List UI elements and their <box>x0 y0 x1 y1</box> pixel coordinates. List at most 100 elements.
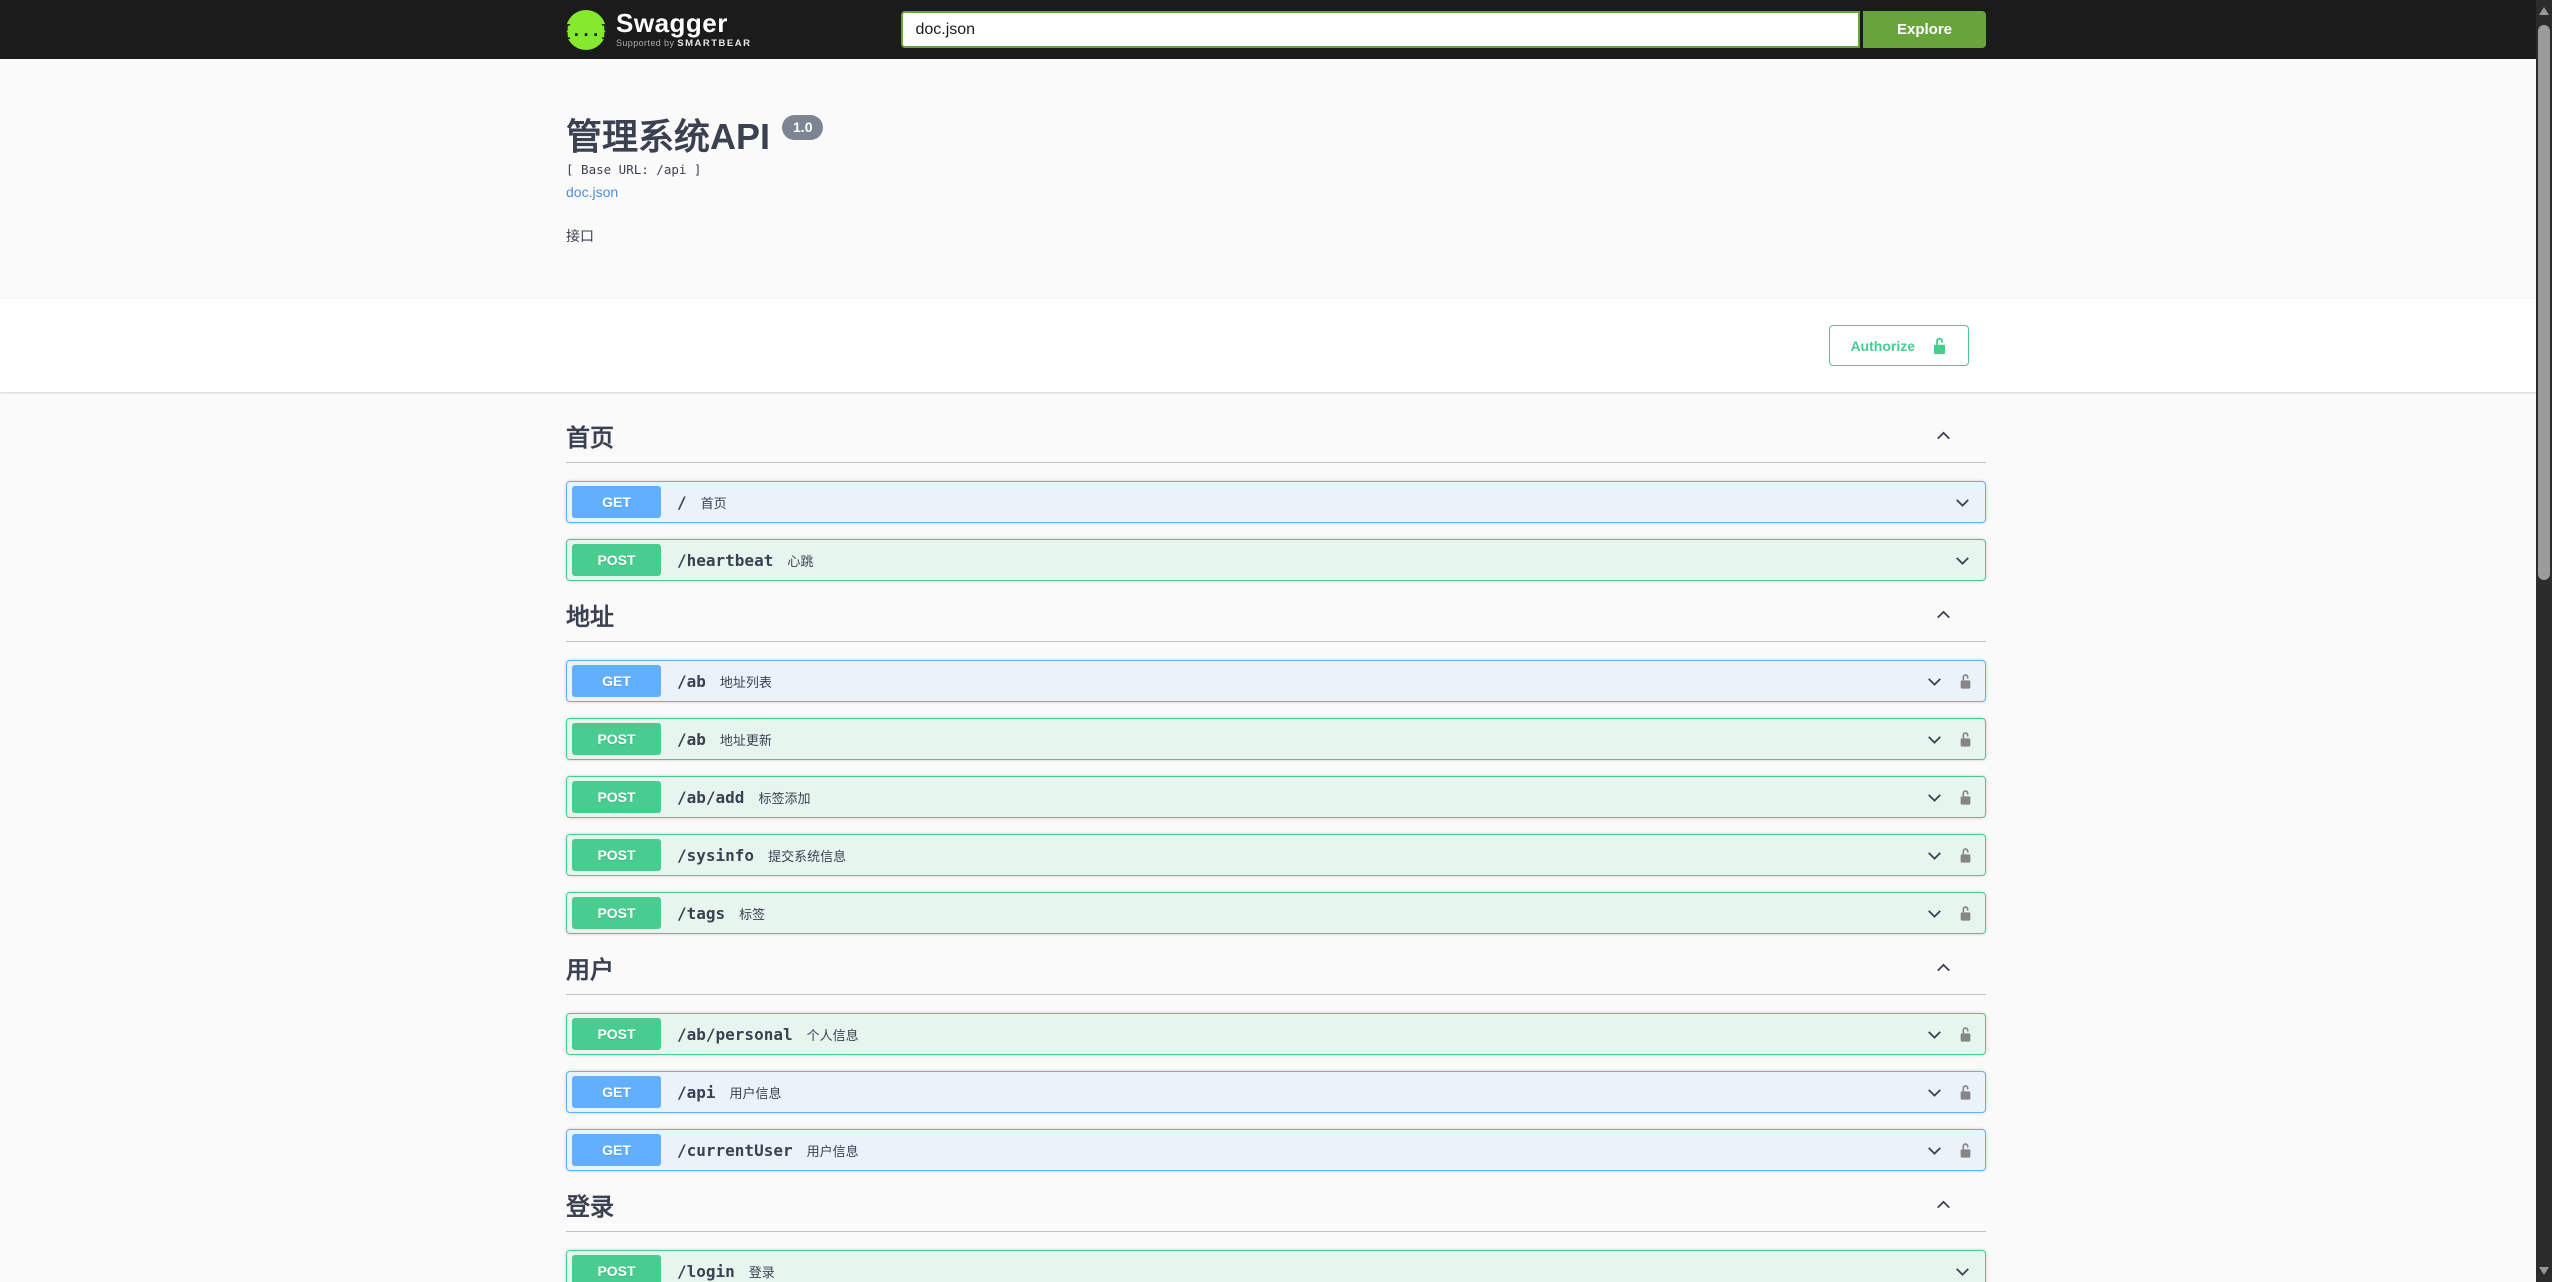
operation-path: /ab <box>677 729 706 749</box>
chevron-down-icon <box>1924 1024 1945 1045</box>
operation-path: /api <box>677 1082 716 1102</box>
operation-summary: 心跳 <box>787 553 814 569</box>
chevron-down-icon <box>1952 492 1973 513</box>
operation-summary: 地址更新 <box>719 732 772 748</box>
auth-lock-icon[interactable] <box>1958 1083 1973 1102</box>
chevron-up-icon <box>1933 425 1954 446</box>
operation-path: /heartbeat <box>677 550 774 570</box>
opblock-get-currentUser[interactable]: GET/currentUser 用户信息 <box>566 1129 1986 1171</box>
scrollbar[interactable] <box>2536 0 2552 1282</box>
operations-sections: 首页 GET / 首页 POST/heartbeat 心跳地址 GET/ab 地址列表 POST… <box>566 418 1986 1282</box>
scheme-container: Authorize <box>0 299 2552 392</box>
swagger-logo-icon: {...} <box>562 9 610 50</box>
opblock-post-sysinfo[interactable]: POST/sysinfo 提交系统信息 <box>566 834 1986 876</box>
section-header-3[interactable]: 登录 <box>566 1187 1986 1232</box>
operation-path: /tags <box>677 903 726 923</box>
operation-summary: 个人信息 <box>806 1027 859 1043</box>
opblock-post-ab[interactable]: POST/ab 地址更新 <box>566 718 1986 760</box>
operation-summary: 登录 <box>748 1264 775 1280</box>
chevron-down-icon <box>1924 845 1945 866</box>
authorize-button[interactable]: Authorize <box>1829 325 1969 366</box>
operation-summary: 用户信息 <box>729 1085 782 1101</box>
auth-lock-icon[interactable] <box>1958 1025 1973 1044</box>
swagger-logo[interactable]: {...} Swagger Supported by SMARTBEAR <box>562 8 751 50</box>
method-badge: POST <box>572 1255 661 1282</box>
api-section-0: 首页 GET / 首页 POST/heartbeat 心跳 <box>566 418 1986 581</box>
authorize-label: Authorize <box>1850 337 1915 354</box>
operation-path: /currentUser <box>677 1140 793 1160</box>
opblock-post-heartbeat[interactable]: POST/heartbeat 心跳 <box>566 539 1986 581</box>
auth-lock-icon[interactable] <box>1958 846 1973 865</box>
api-section-3: 登录POST/login登录POST/login/captcha登录验证 <box>566 1187 1986 1282</box>
operation-summary: 提交系统信息 <box>768 848 847 864</box>
auth-lock-icon[interactable] <box>1958 1141 1973 1160</box>
section-header-2[interactable]: 用户 <box>566 950 1986 995</box>
explore-button[interactable]: Explore <box>1863 11 1986 48</box>
supported-by-text: Supported by <box>616 38 675 48</box>
operation-path: /login <box>677 1261 735 1281</box>
operation-summary: 用户信息 <box>806 1143 859 1159</box>
method-badge: GET <box>572 1134 661 1166</box>
operation-summary: 首页 <box>700 495 727 511</box>
scrollbar-down-arrow[interactable] <box>2539 1267 2549 1275</box>
base-url: [ Base URL: /api ] <box>566 162 702 177</box>
opblock-get-[interactable]: GET / 首页 <box>566 481 1986 523</box>
section-header-0[interactable]: 首页 <box>566 418 1986 463</box>
chevron-up-icon <box>1933 604 1954 625</box>
opblock-post-ab-add[interactable]: POST/ab/add 标签添加 <box>566 776 1986 818</box>
smartbear-brand: SMARTBEAR <box>677 38 752 49</box>
unlock-icon <box>1931 336 1948 356</box>
spec-url-form: Explore <box>901 11 1986 48</box>
chevron-down-icon <box>1924 671 1945 692</box>
method-badge: GET <box>572 1076 661 1108</box>
opblock-post-ab-personal[interactable]: POST/ab/personal 个人信息 <box>566 1013 1986 1055</box>
spec-link[interactable]: doc.json <box>566 184 618 200</box>
section-title: 登录 <box>566 1194 614 1221</box>
svg-text:{...}: {...} <box>566 21 606 40</box>
section-title: 用户 <box>566 957 614 984</box>
method-badge: POST <box>572 781 661 813</box>
operation-path: /ab <box>677 671 706 691</box>
chevron-down-icon <box>1924 903 1945 924</box>
scrollbar-thumb[interactable] <box>2538 25 2550 580</box>
opblock-post-login[interactable]: POST/login 登录 <box>566 1250 1986 1282</box>
auth-lock-icon[interactable] <box>1958 788 1973 807</box>
logo-subtitle: Supported by SMARTBEAR <box>616 38 751 49</box>
section-title: 首页 <box>566 425 614 452</box>
opblock-get-ab[interactable]: GET/ab 地址列表 <box>566 660 1986 702</box>
auth-lock-icon[interactable] <box>1958 672 1973 691</box>
operation-summary: 标签 <box>739 906 766 922</box>
chevron-up-icon <box>1933 1194 1954 1215</box>
opblock-post-tags[interactable]: POST/tags 标签 <box>566 892 1986 934</box>
logo-title: Swagger <box>616 8 728 38</box>
operations-area: 首页 GET / 首页 POST/heartbeat 心跳地址 GET/ab 地址列表 POST… <box>0 392 2552 1282</box>
method-badge: POST <box>572 1018 661 1050</box>
method-badge: GET <box>572 486 661 518</box>
api-section-2: 用户 POST/ab/personal 个人信息 GET/api 用户信息 GET/cur… <box>566 950 1986 1171</box>
page-title: 管理系统API 1.0 <box>566 115 1986 157</box>
operation-path: /ab/personal <box>677 1024 793 1044</box>
chevron-down-icon <box>1924 1082 1945 1103</box>
chevron-down-icon <box>1952 1261 1973 1282</box>
api-title-text: 管理系统API <box>566 116 771 157</box>
scrollbar-up-arrow[interactable] <box>2539 7 2549 15</box>
section-header-1[interactable]: 地址 <box>566 597 1986 642</box>
api-description: 接口 <box>566 228 594 244</box>
method-badge: POST <box>572 544 661 576</box>
operation-path: / <box>677 492 687 512</box>
topbar: {...} Swagger Supported by SMARTBEAR Exp… <box>0 0 2552 59</box>
auth-lock-icon[interactable] <box>1958 730 1973 749</box>
auth-lock-icon[interactable] <box>1958 904 1973 923</box>
section-title: 地址 <box>566 604 614 631</box>
version-badge: 1.0 <box>782 115 824 140</box>
method-badge: GET <box>572 665 661 697</box>
operation-path: /ab/add <box>677 787 745 807</box>
api-section-1: 地址 GET/ab 地址列表 POST/ab 地址更新 POST/ab/add 标签添加 PO… <box>566 597 1986 934</box>
spec-url-input[interactable] <box>901 11 1860 48</box>
info-section: 管理系统API 1.0 [ Base URL: /api ] doc.json 接… <box>0 59 2552 299</box>
operation-path: /sysinfo <box>677 845 755 865</box>
opblock-get-api[interactable]: GET/api 用户信息 <box>566 1071 1986 1113</box>
method-badge: POST <box>572 839 661 871</box>
method-badge: POST <box>572 723 661 755</box>
chevron-down-icon <box>1924 787 1945 808</box>
